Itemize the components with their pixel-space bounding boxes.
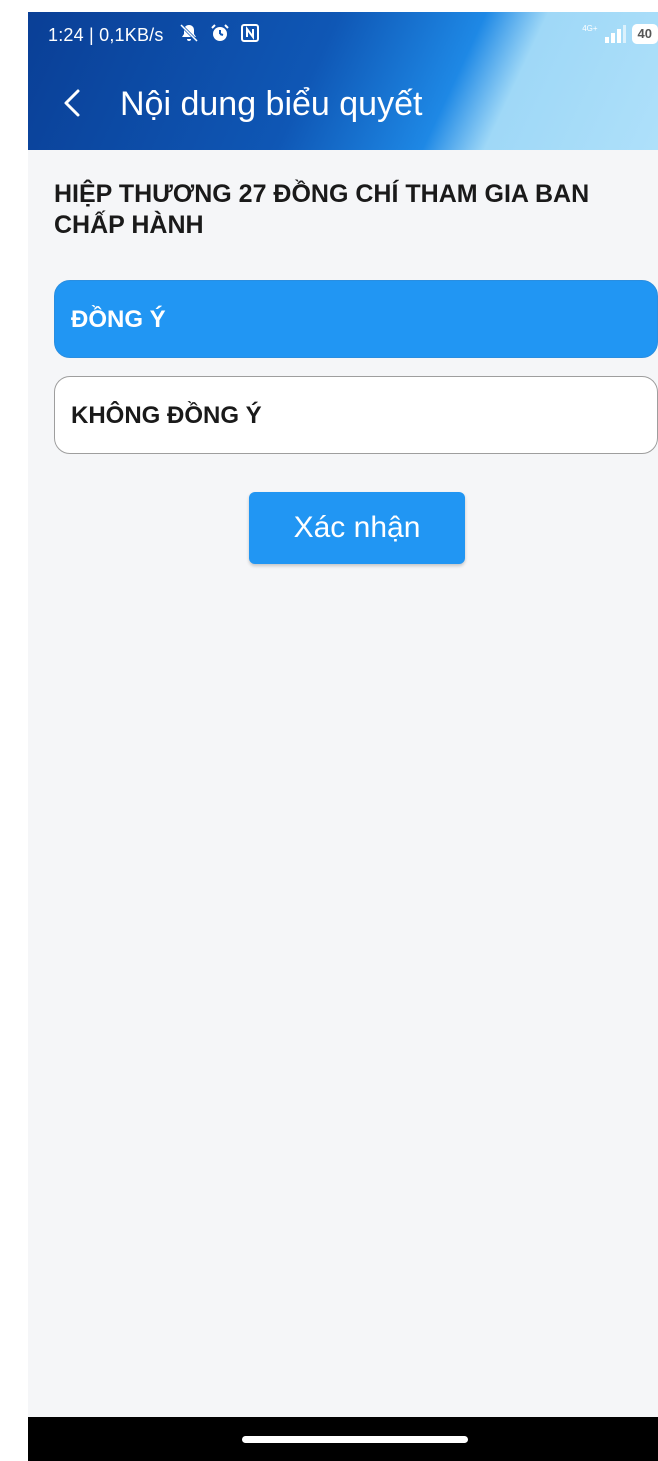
battery-icon: 40 — [631, 24, 658, 44]
status-bar: 1:24 | 0,1KB/s 4G+ 40 — [28, 12, 658, 58]
status-time: 1:24 | 0,1KB/s — [48, 25, 164, 45]
alarm-icon — [211, 24, 229, 41]
option-agree[interactable]: ĐỒNG Ý — [54, 280, 658, 358]
mute-icon — [179, 23, 199, 43]
app-bar: Nội dung biểu quyết — [28, 58, 658, 150]
status-icons — [178, 22, 260, 44]
option-label: ĐỒNG Ý — [71, 306, 166, 333]
page-title: Nội dung biểu quyết — [120, 85, 423, 123]
home-indicator[interactable] — [242, 1436, 468, 1443]
status-right: 4G+ 40 — [582, 24, 658, 44]
confirm-button[interactable]: Xác nhận — [249, 492, 465, 564]
navigation-bar — [28, 1417, 658, 1461]
vote-question: HIỆP THƯƠNG 27 ĐỒNG CHÍ THAM GIA BAN CHẤ… — [54, 180, 590, 239]
nfc-icon — [241, 24, 259, 42]
option-disagree[interactable]: KHÔNG ĐỒNG Ý — [54, 376, 658, 454]
option-label: KHÔNG ĐỒNG Ý — [71, 402, 262, 429]
app-screen: 1:24 | 0,1KB/s 4G+ 40 Nội dung biểu quyế… — [28, 12, 658, 1461]
back-button[interactable] — [60, 88, 84, 118]
chevron-left-icon — [64, 89, 80, 117]
signal-icon — [604, 25, 626, 43]
app-header: 1:24 | 0,1KB/s 4G+ 40 Nội dung biểu quyế… — [28, 12, 658, 150]
network-label: 4G+ — [582, 23, 598, 33]
